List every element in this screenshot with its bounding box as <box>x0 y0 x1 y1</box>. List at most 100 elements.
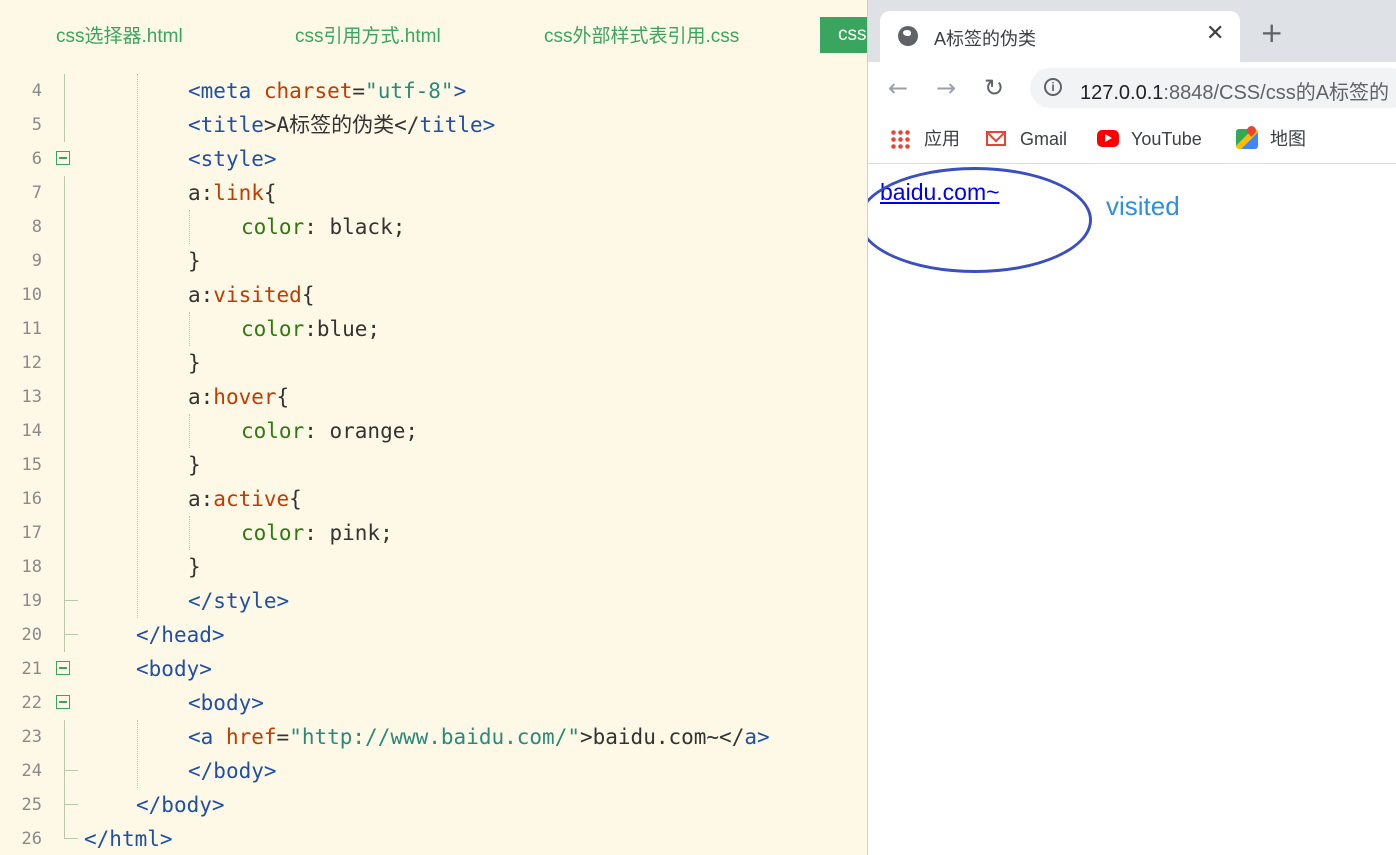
fold-collapse-icon[interactable] <box>56 151 70 165</box>
line-number: 5 <box>31 115 42 135</box>
code-line: 15 } <box>0 448 867 482</box>
baidu-link[interactable]: baidu.com~ <box>868 167 1092 273</box>
line-number: 8 <box>31 217 42 237</box>
annotation-circle <box>868 167 1092 273</box>
line-number: 18 <box>21 557 42 577</box>
code-line: 5 <title>A标签的伪类</title> <box>0 108 867 142</box>
code-text: <title>A标签的伪类</title> <box>188 113 496 137</box>
code-line: 22 <body> <box>0 686 867 720</box>
line-number: 10 <box>21 285 42 305</box>
code-line: 12 } <box>0 346 867 380</box>
code-line: 10 a:visited{ <box>0 278 867 312</box>
line-number: 4 <box>31 81 42 101</box>
code-line: 9 } <box>0 244 867 278</box>
fold-end-tick <box>64 770 78 771</box>
code-line: 11 color:blue; <box>0 312 867 346</box>
line-number: 7 <box>31 183 42 203</box>
code-text: </html> <box>84 827 173 851</box>
forward-arrow-icon[interactable]: → <box>936 74 956 102</box>
code-text: </style> <box>188 589 290 613</box>
browser-tab[interactable]: A标签的伪类 ✕ <box>880 11 1240 62</box>
line-number: 24 <box>21 761 42 781</box>
editor-tab-css-external[interactable]: css外部样式表引用.css <box>544 22 739 52</box>
editor-tab-css-selector[interactable]: css选择器.html <box>56 22 183 52</box>
editor-tab-css-reference[interactable]: css引用方式.html <box>295 22 441 52</box>
code-text: <meta charset="utf-8"> <box>188 79 467 103</box>
maps-icon <box>1236 129 1258 149</box>
code-text: a:link{ <box>188 181 277 205</box>
code-line: 23 <a href="http://www.baidu.com/">baidu… <box>0 720 867 754</box>
visited-annotation: visited <box>1106 191 1180 221</box>
close-icon[interactable]: ✕ <box>1206 21 1224 47</box>
line-number: 13 <box>21 387 42 407</box>
code-text: } <box>188 249 201 273</box>
bookmark-label: YouTube <box>1131 129 1202 149</box>
code-text: <body> <box>188 691 264 715</box>
bookmark-label: Gmail <box>1020 129 1068 149</box>
code-line: 25 </body> <box>0 788 867 822</box>
code-text: a:visited{ <box>188 283 315 307</box>
line-number: 15 <box>21 455 42 475</box>
browser-tab-strip: A标签的伪类 ✕ + <box>868 0 1396 62</box>
line-number: 9 <box>31 251 42 271</box>
code-text: color:blue; <box>241 317 381 341</box>
line-number: 6 <box>31 149 42 169</box>
line-number: 12 <box>21 353 42 373</box>
line-number: 16 <box>21 489 42 509</box>
fold-collapse-icon[interactable] <box>56 661 70 675</box>
code-line: 24 </body> <box>0 754 867 788</box>
line-number: 19 <box>21 591 42 611</box>
code-text: <a href="http://www.baidu.com/">baidu.co… <box>188 725 770 749</box>
new-tab-button[interactable]: + <box>1260 18 1283 48</box>
browser-toolbar: ← → ↻ i 127.0.0.1:8848/CSS/css的A标签的 <box>868 62 1396 116</box>
bookmark-label: 应用 <box>924 129 960 149</box>
code-text: } <box>188 555 201 579</box>
code-text: } <box>188 351 201 375</box>
code-line: 16 a:active{ <box>0 482 867 516</box>
line-number: 20 <box>21 625 42 645</box>
line-number: 14 <box>21 421 42 441</box>
address-bar[interactable]: i 127.0.0.1:8848/CSS/css的A标签的 <box>1030 68 1396 108</box>
code-line: 7 a:link{ <box>0 176 867 210</box>
code-text: </body> <box>136 793 225 817</box>
fold-end-tick <box>64 634 78 635</box>
code-line: 8 color: black; <box>0 210 867 244</box>
page-viewport: baidu.com~ visited <box>868 164 1396 855</box>
bookmark-label: 地图 <box>1270 129 1306 149</box>
line-number: 22 <box>21 693 42 713</box>
globe-icon <box>898 26 918 46</box>
browser-tab-title: A标签的伪类 <box>934 29 1037 49</box>
fold-collapse-icon[interactable] <box>56 695 70 709</box>
code-area[interactable]: 4 <meta charset="utf-8"> 5 <title>A标签的伪类… <box>0 74 867 855</box>
code-line: 19 </style> <box>0 584 867 618</box>
line-number: 25 <box>21 795 42 815</box>
info-icon[interactable]: i <box>1044 78 1062 96</box>
bookmarks-bar: 应用 Gmail YouTube 地图 <box>868 116 1396 164</box>
editor-tab-bar: css选择器.html css引用方式.html css外部样式表引用.css … <box>0 0 867 66</box>
back-arrow-icon[interactable]: ← <box>888 74 908 102</box>
code-text: <body> <box>136 657 212 681</box>
code-line: 17 color: pink; <box>0 516 867 550</box>
line-number: 23 <box>21 727 42 747</box>
code-line: 26 </html> <box>0 822 867 855</box>
code-text: color: orange; <box>241 419 419 443</box>
apps-icon <box>890 129 912 149</box>
code-text: color: black; <box>241 215 406 239</box>
code-line: 4 <meta charset="utf-8"> <box>0 74 867 108</box>
code-text: </head> <box>136 623 225 647</box>
editor-tab-active[interactable]: css <box>820 17 867 53</box>
url-text: 127.0.0.1:8848/CSS/css的A标签的 <box>1080 82 1390 104</box>
line-number: 21 <box>21 659 42 679</box>
reload-icon[interactable]: ↻ <box>984 74 1004 102</box>
code-line: 6 <style> <box>0 142 867 176</box>
code-line: 21 <body> <box>0 652 867 686</box>
code-line: 14 color: orange; <box>0 414 867 448</box>
line-number: 17 <box>21 523 42 543</box>
fold-end-corner <box>64 822 78 839</box>
browser-window: A标签的伪类 ✕ + ← → ↻ i 127.0.0.1:8848/CSS/cs… <box>867 0 1396 855</box>
code-line: 13 a:hover{ <box>0 380 867 414</box>
fold-end-tick <box>64 600 78 601</box>
code-text: <style> <box>188 147 277 171</box>
code-line: 20 </head> <box>0 618 867 652</box>
code-line: 18 } <box>0 550 867 584</box>
